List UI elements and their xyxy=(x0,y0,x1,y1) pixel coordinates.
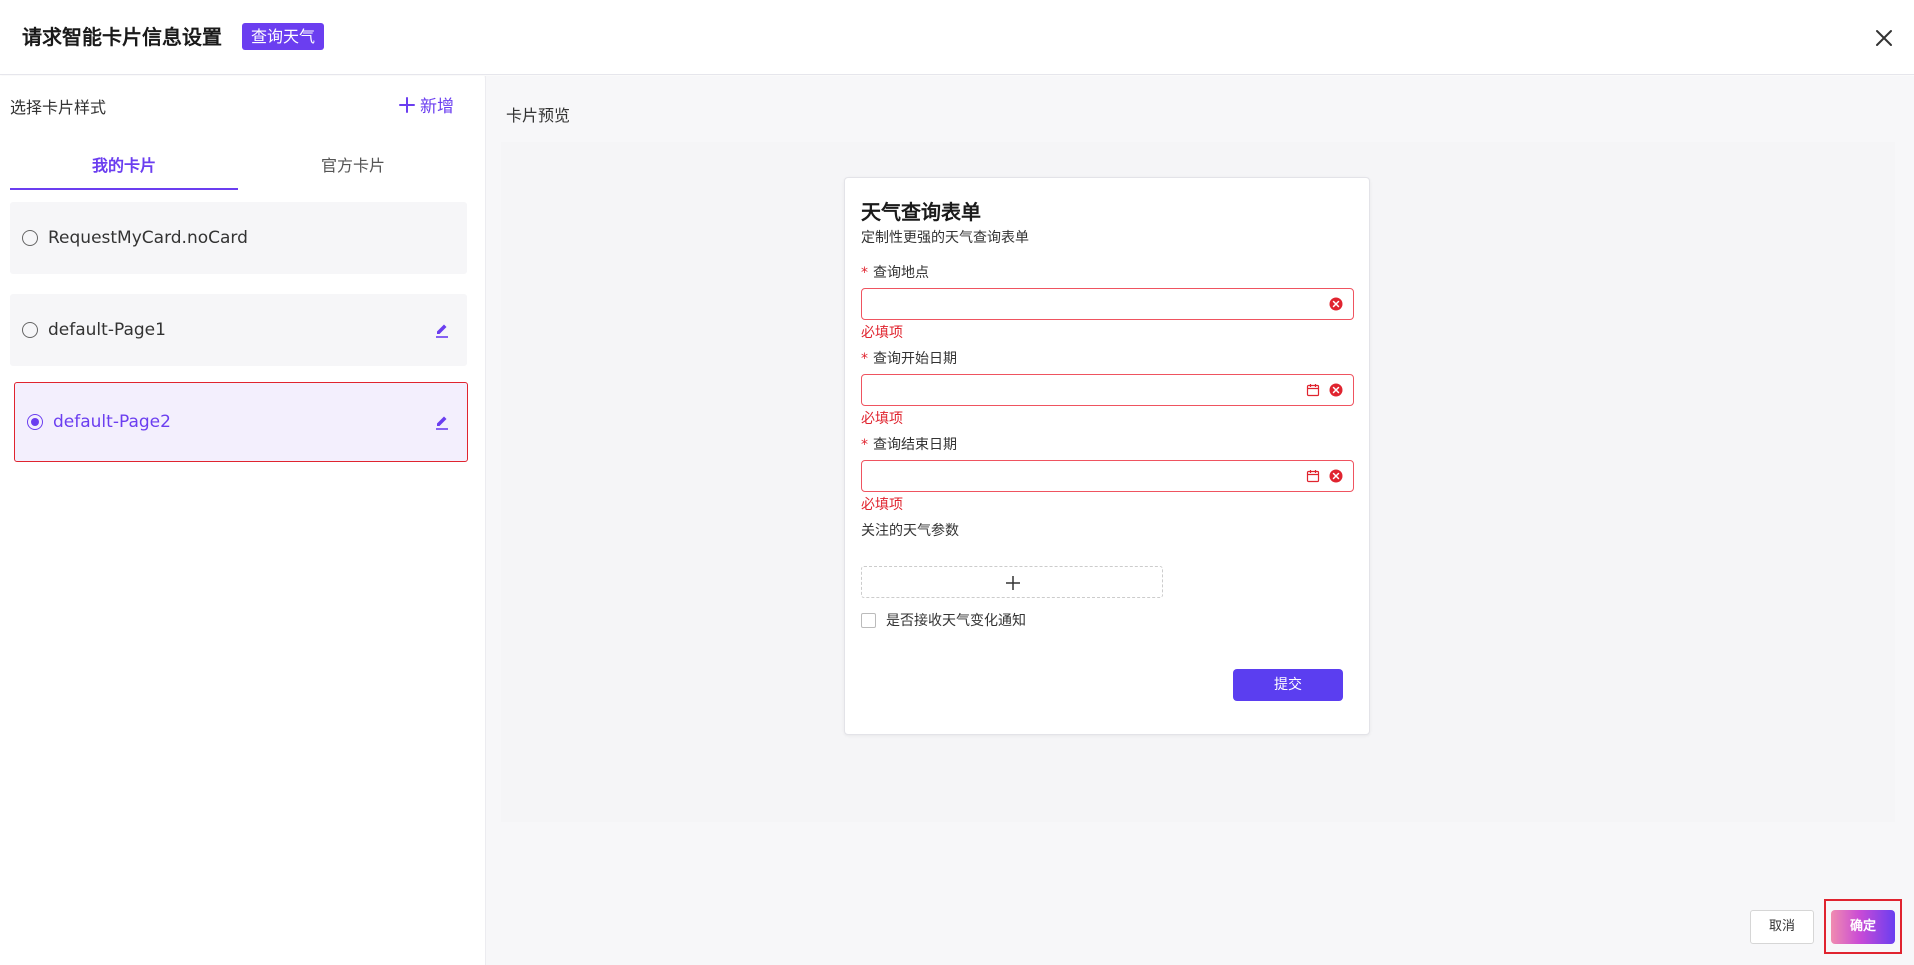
notify-checkbox-row[interactable]: 是否接收天气变化通知 xyxy=(861,610,1026,630)
edit-icon[interactable] xyxy=(433,321,451,339)
error-message: 必填项 xyxy=(861,497,903,513)
add-card-button[interactable]: 新增 xyxy=(398,92,454,117)
location-input[interactable] xyxy=(861,288,1354,320)
close-icon[interactable] xyxy=(1870,24,1898,52)
card-item-page2[interactable]: default-Page2 xyxy=(14,382,468,462)
preview-label: 卡片预览 xyxy=(506,106,571,125)
dialog-header: 请求智能卡片信息设置 查询天气 xyxy=(0,0,1914,75)
form-title: 天气查询表单 xyxy=(861,200,981,224)
clear-icon[interactable] xyxy=(1329,297,1343,311)
radio-button-checked[interactable] xyxy=(27,414,43,430)
card-item-page1[interactable]: default-Page1 xyxy=(10,294,467,366)
form-subtitle: 定制性更强的天气查询表单 xyxy=(861,230,1029,246)
confirm-button-highlight: 确定 xyxy=(1824,899,1902,954)
field-label-location: * 查询地点 xyxy=(861,265,929,281)
confirm-button[interactable]: 确定 xyxy=(1831,910,1895,944)
plus-icon xyxy=(399,96,415,113)
card-name: RequestMyCard.noCard xyxy=(48,228,248,248)
dialog-title: 请求智能卡片信息设置 xyxy=(22,25,222,49)
card-style-panel: 选择卡片样式 新增 我的卡片 官方卡片 RequestMyCard.noCard… xyxy=(0,76,484,965)
start-date-picker[interactable] xyxy=(861,374,1354,406)
tab-my-cards[interactable]: 我的卡片 xyxy=(10,146,238,190)
card-settings-dialog: 请求智能卡片信息设置 查询天气 选择卡片样式 新增 我的卡片 官方卡片 Requ… xyxy=(0,0,1914,965)
card-name: default-Page1 xyxy=(48,320,166,340)
radio-button[interactable] xyxy=(22,230,38,246)
intent-tag: 查询天气 xyxy=(242,23,325,50)
edit-icon[interactable] xyxy=(433,413,451,431)
tab-official-cards[interactable]: 官方卡片 xyxy=(239,146,467,190)
radio-button[interactable] xyxy=(22,322,38,338)
field-label-start-date: * 查询开始日期 xyxy=(861,351,957,367)
submit-button[interactable]: 提交 xyxy=(1233,669,1343,701)
notify-checkbox-label: 是否接收天气变化通知 xyxy=(886,613,1026,629)
cancel-button[interactable]: 取消 xyxy=(1750,910,1814,944)
required-mark: * xyxy=(861,265,868,281)
add-card-label: 新增 xyxy=(420,97,454,117)
notify-checkbox[interactable] xyxy=(861,612,876,628)
plus-icon xyxy=(1006,576,1020,590)
params-label: 关注的天气参数 xyxy=(861,523,959,539)
end-date-picker[interactable] xyxy=(861,460,1354,492)
required-mark: * xyxy=(861,351,868,367)
required-mark: * xyxy=(861,437,868,453)
clear-icon[interactable] xyxy=(1329,469,1343,483)
error-message: 必填项 xyxy=(861,411,903,427)
calendar-icon xyxy=(1306,384,1320,397)
error-message: 必填项 xyxy=(861,325,903,341)
card-item-nocard[interactable]: RequestMyCard.noCard xyxy=(10,202,467,274)
clear-icon[interactable] xyxy=(1329,383,1343,397)
calendar-icon xyxy=(1306,470,1320,483)
card-name: default-Page2 xyxy=(53,412,171,432)
add-param-button[interactable] xyxy=(861,566,1163,598)
card-tabs: 我的卡片 官方卡片 xyxy=(10,146,467,190)
field-label-end-date: * 查询结束日期 xyxy=(861,437,957,453)
section-label: 选择卡片样式 xyxy=(10,98,107,117)
weather-form-card: 天气查询表单 定制性更强的天气查询表单 * 查询地点 必填项 * 查询开始日期 必填… xyxy=(844,177,1370,735)
